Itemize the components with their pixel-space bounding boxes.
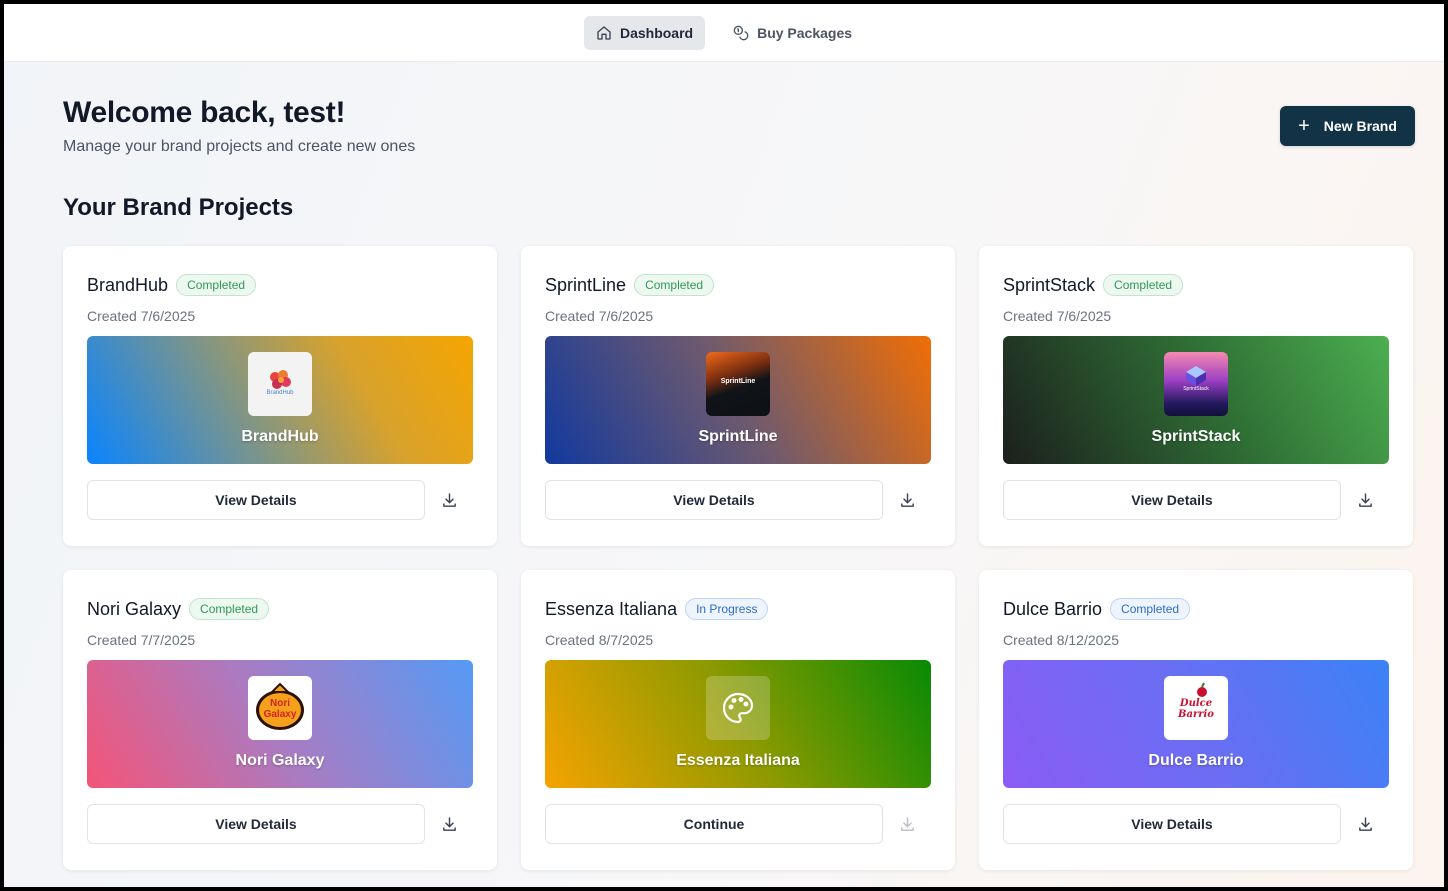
welcome-section: Welcome back, test! Manage your brand pr… bbox=[63, 96, 415, 156]
download-button[interactable] bbox=[883, 480, 931, 520]
status-badge: Completed bbox=[1103, 274, 1184, 296]
logo-wordmark: BrandHub bbox=[266, 390, 294, 396]
download-icon bbox=[900, 816, 914, 831]
top-navigation: Dashboard Buy Packages bbox=[4, 4, 1444, 62]
banner-title: BrandHub bbox=[241, 428, 319, 445]
status-badge: Completed bbox=[189, 598, 270, 620]
view-details-button[interactable]: View Details bbox=[87, 804, 425, 844]
project-banner[interactable]: BrandHub BrandHub bbox=[87, 336, 473, 464]
brand-logo: Nori Galaxy bbox=[248, 676, 312, 740]
project-banner[interactable]: Essenza Italiana bbox=[545, 660, 931, 788]
brand-logo: SprintStack bbox=[1164, 352, 1228, 416]
created-date: Created 8/7/2025 bbox=[545, 632, 654, 648]
download-icon bbox=[900, 492, 914, 507]
home-icon bbox=[597, 25, 611, 40]
status-badge: Completed bbox=[1110, 598, 1191, 620]
project-card: Nori Galaxy Completed Created 7/7/2025 N… bbox=[63, 570, 497, 870]
palette-icon bbox=[722, 692, 754, 724]
created-date: Created 7/7/2025 bbox=[87, 632, 196, 648]
download-button[interactable] bbox=[425, 804, 473, 844]
download-button bbox=[883, 804, 931, 844]
project-banner[interactable]: Dulce Barrio Dulce Barrio bbox=[1003, 660, 1389, 788]
banner-title: SprintLine bbox=[698, 428, 778, 445]
created-date: Created 8/12/2025 bbox=[1003, 632, 1119, 648]
nav-dashboard-label: Dashboard bbox=[619, 24, 694, 41]
created-date: Created 7/6/2025 bbox=[87, 308, 196, 324]
download-button[interactable] bbox=[1341, 480, 1389, 520]
project-card: BrandHub Completed Created 7/6/2025 Bran… bbox=[63, 246, 497, 546]
project-card: Dulce Barrio Completed Created 8/12/2025… bbox=[979, 570, 1413, 870]
project-name: Essenza Italiana bbox=[545, 598, 678, 619]
project-card: Essenza Italiana In Progress Created 8/7… bbox=[521, 570, 955, 870]
project-card: SprintStack Completed Created 7/6/2025 S… bbox=[979, 246, 1413, 546]
new-brand-button[interactable]: + New Brand bbox=[1280, 106, 1415, 146]
logo-wordmark: SprintStack bbox=[1183, 386, 1209, 392]
created-date: Created 7/6/2025 bbox=[545, 308, 654, 324]
download-icon bbox=[1358, 492, 1372, 507]
banner-title: Dulce Barrio bbox=[1148, 752, 1244, 769]
view-details-button[interactable]: View Details bbox=[87, 480, 425, 520]
banner-title: Essenza Italiana bbox=[676, 752, 800, 769]
banner-title: SprintStack bbox=[1151, 428, 1241, 445]
brand-logo-placeholder bbox=[706, 676, 770, 740]
logo-wordmark: Dulce Barrio bbox=[1178, 698, 1214, 720]
project-name: SprintStack bbox=[1003, 274, 1096, 295]
new-brand-label: New Brand bbox=[1323, 118, 1397, 134]
coins-icon bbox=[733, 25, 749, 40]
brand-logo: BrandHub bbox=[248, 352, 312, 416]
download-icon bbox=[442, 492, 456, 507]
project-name: BrandHub bbox=[87, 274, 169, 295]
project-banner[interactable]: SprintLine SprintLine bbox=[545, 336, 931, 464]
project-grid: BrandHub Completed Created 7/6/2025 Bran… bbox=[63, 246, 1413, 870]
logo-wordmark: SprintLine bbox=[720, 378, 756, 385]
plus-icon: + bbox=[1298, 115, 1310, 137]
project-name: SprintLine bbox=[545, 274, 627, 295]
banner-title: Nori Galaxy bbox=[235, 752, 325, 769]
nav-dashboard[interactable]: Dashboard bbox=[583, 15, 706, 50]
nav-buy-packages[interactable]: Buy Packages bbox=[721, 16, 864, 50]
project-name: Nori Galaxy bbox=[87, 598, 182, 619]
status-badge: Completed bbox=[634, 274, 715, 296]
app-window: Dashboard Buy Packages Welcome back, tes… bbox=[4, 4, 1444, 887]
status-badge: In Progress bbox=[685, 598, 769, 620]
download-icon bbox=[442, 816, 456, 831]
project-banner[interactable]: Nori Galaxy Nori Galaxy bbox=[87, 660, 473, 788]
section-title: Your Brand Projects bbox=[63, 194, 294, 221]
page-subtitle: Manage your brand projects and create ne… bbox=[63, 138, 416, 155]
brand-logo: Dulce Barrio bbox=[1164, 676, 1228, 740]
view-details-button[interactable]: View Details bbox=[545, 480, 883, 520]
continue-button[interactable]: Continue bbox=[545, 804, 883, 844]
logo-wordmark: Nori Galaxy bbox=[263, 698, 297, 720]
page-title: Welcome back, test! bbox=[63, 96, 346, 129]
brand-logo: SprintLine bbox=[706, 352, 770, 416]
download-button[interactable] bbox=[425, 480, 473, 520]
project-banner[interactable]: SprintStack SprintStack bbox=[1003, 336, 1389, 464]
created-date: Created 7/6/2025 bbox=[1003, 308, 1112, 324]
view-details-button[interactable]: View Details bbox=[1003, 804, 1341, 844]
download-button[interactable] bbox=[1341, 804, 1389, 844]
download-icon bbox=[1358, 816, 1372, 831]
status-badge: Completed bbox=[176, 274, 257, 296]
project-name: Dulce Barrio bbox=[1003, 598, 1103, 619]
project-card: SprintLine Completed Created 7/6/2025 Sp… bbox=[521, 246, 955, 546]
view-details-button[interactable]: View Details bbox=[1003, 480, 1341, 520]
nav-buy-packages-label: Buy Packages bbox=[757, 24, 853, 41]
